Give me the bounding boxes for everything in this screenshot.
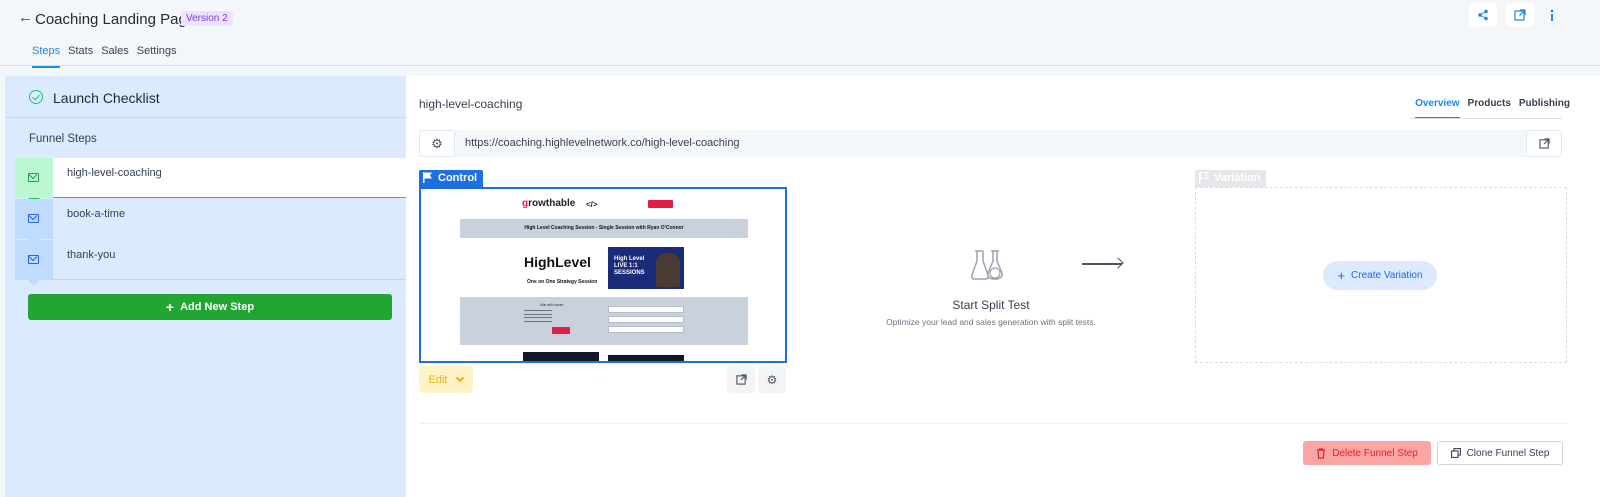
copy-icon <box>1450 448 1461 458</box>
preview-open-button[interactable] <box>727 366 755 393</box>
split-test-flask-icon <box>971 250 1003 280</box>
launch-checklist-header[interactable]: Launch Checklist <box>5 76 406 118</box>
sidebar: Launch Checklist Funnel Steps high-level… <box>5 76 406 497</box>
preview-person-image <box>656 253 680 287</box>
plus-icon: + <box>1337 268 1346 283</box>
preview-footer-block <box>523 352 599 361</box>
mail-icon <box>28 255 39 264</box>
funnel-step-book-a-time[interactable]: book-a-time <box>15 199 406 245</box>
preview-video: High Level LIVE 1:1 SESSIONS <box>608 247 684 289</box>
back-arrow-icon[interactable]: ← <box>18 9 33 26</box>
tab-settings[interactable]: Settings <box>137 45 177 68</box>
external-link-icon <box>735 374 747 385</box>
control-tag: Control <box>419 170 484 187</box>
page-title: Coaching Landing Page <box>35 11 196 28</box>
tab-sales[interactable]: Sales <box>101 45 129 68</box>
flag-icon <box>1199 172 1209 183</box>
gear-icon: ⚙ <box>431 135 443 151</box>
preview-brand-subtitle: One on One Strategy Session <box>527 279 598 285</box>
variation-label: Variation <box>1214 172 1261 184</box>
step-marker <box>15 240 53 286</box>
preview-form: We will cover <box>460 297 748 345</box>
checklist-title: Launch Checklist <box>53 90 160 106</box>
create-variation-button[interactable]: + Create Variation <box>1323 261 1437 290</box>
step-title: high-level-coaching <box>419 97 523 111</box>
external-link-icon <box>1538 138 1550 149</box>
step-marker <box>15 158 53 204</box>
split-test-title: Start Split Test <box>952 298 1030 312</box>
preview-logo: growthable <box>522 198 576 209</box>
preview-code-mark: </> <box>586 200 598 209</box>
info-button[interactable] <box>1543 3 1561 27</box>
tab-overview[interactable]: Overview <box>1415 98 1460 119</box>
arrow-right-icon <box>1082 263 1122 265</box>
preview-banner: High Level Coaching Session - Single Ses… <box>460 219 748 238</box>
add-step-label: Add New Step <box>180 301 255 313</box>
control-label: Control <box>438 172 478 184</box>
flag-icon <box>423 172 432 183</box>
step-name: thank-you <box>67 249 116 261</box>
version-badge: Version 2 <box>181 11 233 26</box>
open-url-button[interactable] <box>1526 130 1562 157</box>
tabs-underline <box>1410 118 1562 119</box>
funnel-step-high-level-coaching[interactable]: high-level-coaching <box>15 158 406 204</box>
funnel-steps-label: Funnel Steps <box>29 133 97 145</box>
split-test-subtitle: Optimize your lead and sales generation … <box>886 317 1096 327</box>
url-settings-button[interactable]: ⚙ <box>419 130 455 157</box>
edit-label: Edit <box>428 373 448 386</box>
share-icon <box>1478 9 1488 21</box>
share-button[interactable] <box>1469 3 1497 27</box>
variation-tag: Variation <box>1195 170 1267 187</box>
step-marker <box>15 199 53 245</box>
clone-funnel-step-button[interactable]: Clone Funnel Step <box>1437 441 1563 465</box>
tab-stats[interactable]: Stats <box>68 45 93 68</box>
url-bar: ⚙ https://coaching.highlevelnetwork.co/h… <box>419 130 1562 157</box>
funnel-step-thank-you[interactable]: thank-you <box>15 240 406 286</box>
control-page-preview[interactable]: growthable </> High Level Coaching Sessi… <box>419 187 787 363</box>
preview-video-text: High Level LIVE 1:1 SESSIONS <box>614 256 645 277</box>
chevron-down-icon <box>456 373 465 382</box>
preview-cta-button <box>648 200 673 208</box>
preview-form-title: We will cover <box>540 302 564 307</box>
mail-icon <box>28 214 39 223</box>
step-name: book-a-time <box>67 208 126 220</box>
top-tabs: Steps Stats Sales Settings <box>32 45 177 68</box>
preview-footer-block <box>608 355 684 361</box>
gear-icon: ⚙ <box>766 372 778 387</box>
main-panel: high-level-coaching Overview Products Pu… <box>406 76 1600 497</box>
preview-brand: HighLevel <box>524 254 591 270</box>
mail-icon <box>28 173 39 182</box>
open-external-button[interactable] <box>1506 3 1534 27</box>
add-new-step-button[interactable]: + Add New Step <box>28 294 392 320</box>
preview-banner-text: High Level Coaching Session - Single Ses… <box>524 225 684 231</box>
clone-label: Clone Funnel Step <box>1466 447 1550 459</box>
step-tabs: Overview Products Publishing <box>1415 98 1570 119</box>
create-variation-label: Create Variation <box>1351 270 1423 281</box>
tab-steps[interactable]: Steps <box>32 45 61 68</box>
preview-form-button <box>552 327 570 334</box>
delete-funnel-step-button[interactable]: Delete Funnel Step <box>1303 441 1431 465</box>
preview-form-field <box>608 326 684 333</box>
check-circle-icon <box>29 90 43 104</box>
step-url[interactable]: https://coaching.highlevelnetwork.co/hig… <box>465 137 740 149</box>
plus-icon: + <box>165 299 175 315</box>
edit-button[interactable]: Edit <box>419 366 473 393</box>
step-name: high-level-coaching <box>67 167 162 179</box>
control-settings-button[interactable]: ⚙ <box>758 366 786 393</box>
delete-label: Delete Funnel Step <box>1332 447 1418 459</box>
variation-placeholder: + Create Variation <box>1195 187 1567 363</box>
divider <box>419 423 1568 424</box>
preview-form-field <box>608 306 684 313</box>
top-bar: ← Coaching Landing Page Version 2 Steps … <box>0 0 1600 68</box>
preview-form-field <box>608 316 684 323</box>
info-icon <box>1550 9 1554 21</box>
tab-products[interactable]: Products <box>1468 98 1511 119</box>
external-link-icon <box>1514 9 1526 21</box>
tab-publishing[interactable]: Publishing <box>1519 98 1570 119</box>
trash-icon <box>1317 447 1326 459</box>
